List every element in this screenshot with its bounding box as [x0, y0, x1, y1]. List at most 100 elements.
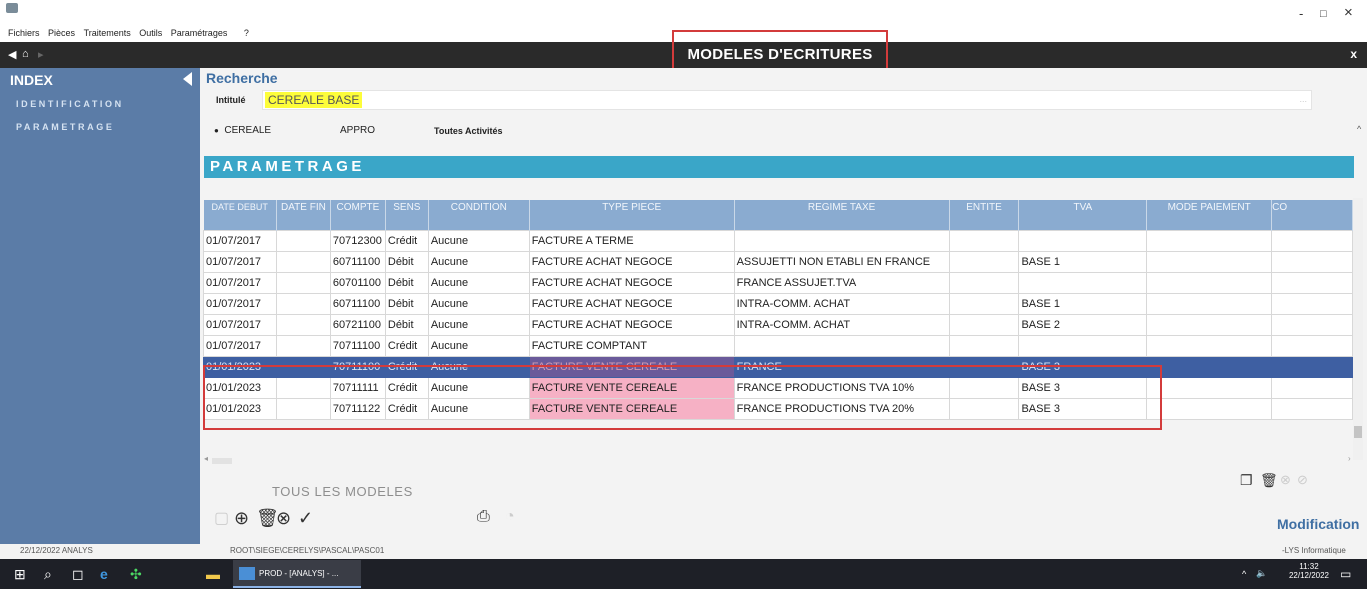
cell-compte[interactable]: 60711100: [329, 250, 386, 273]
horizontal-scroll-thumb[interactable]: [212, 458, 232, 464]
cell-tva[interactable]: BASE 3: [1018, 376, 1148, 399]
cell-mode-paiement[interactable]: [1146, 334, 1273, 357]
edge-browser-icon[interactable]: e: [100, 566, 108, 582]
cell-co[interactable]: [1271, 376, 1353, 399]
sidebar-item-identification[interactable]: IDENTIFICATION: [16, 99, 124, 109]
cell-mode-paiement[interactable]: [1146, 229, 1273, 252]
cell-compte[interactable]: 60711100: [329, 292, 386, 315]
vertical-scroll-thumb[interactable]: [1354, 426, 1362, 438]
cell-regime-taxe[interactable]: INTRA-COMM. ACHAT: [733, 313, 950, 336]
clock[interactable]: 11:32 22/12/2022: [1289, 562, 1329, 580]
cell-co[interactable]: [1271, 229, 1353, 252]
cell-condition[interactable]: Aucune: [427, 376, 530, 399]
horizontal-scrollbar[interactable]: ◂ ›: [204, 454, 1354, 466]
cell-mode-paiement[interactable]: [1146, 355, 1273, 378]
radio-appro[interactable]: APPRO: [340, 125, 375, 136]
table-row[interactable]: 01/01/2023 70711100 Crédit Aucune FACTURE VE…: [203, 355, 1353, 378]
cell-compte[interactable]: 70711100: [329, 355, 386, 378]
cell-entite[interactable]: [948, 334, 1020, 357]
cell-date-fin[interactable]: [275, 292, 331, 315]
cell-date-fin[interactable]: [275, 271, 331, 294]
cell-co[interactable]: [1271, 250, 1353, 273]
menu-outils[interactable]: Outils: [139, 24, 162, 42]
cancel-row-icon[interactable]: ⊗: [1280, 472, 1291, 488]
close-module-button[interactable]: x: [1350, 47, 1357, 61]
cell-co[interactable]: [1271, 271, 1353, 294]
col-header-condition[interactable]: CONDITION: [428, 200, 530, 230]
col-header-entite[interactable]: ENTITE: [949, 200, 1020, 230]
search-icon[interactable]: ⌕: [44, 566, 52, 583]
cell-sens[interactable]: Crédit: [384, 397, 429, 420]
ellipsis-icon[interactable]: ...: [1299, 94, 1307, 104]
table-row[interactable]: 01/07/2017 70711100 Crédit Aucune FACTURE CO…: [203, 334, 1353, 357]
back-arrow-icon[interactable]: ◀: [8, 48, 16, 61]
radio-toutes-activites[interactable]: Toutes Activités: [434, 126, 503, 136]
all-models-label[interactable]: TOUS LES MODELES: [272, 484, 413, 499]
cell-condition[interactable]: Aucune: [427, 250, 530, 273]
cell-mode-paiement[interactable]: [1146, 271, 1273, 294]
cell-regime-taxe[interactable]: FRANCE: [733, 355, 950, 378]
cell-sens[interactable]: Débit: [384, 271, 429, 294]
cell-co[interactable]: [1271, 355, 1353, 378]
cell-date-debut[interactable]: 01/07/2017: [203, 334, 277, 357]
file-explorer-icon[interactable]: ▬: [206, 566, 220, 582]
collapse-sidebar-icon[interactable]: [183, 72, 192, 86]
cell-mode-paiement[interactable]: [1146, 250, 1273, 273]
scroll-up-icon[interactable]: ^: [1357, 124, 1361, 134]
table-row[interactable]: 01/07/2017 60721100 Débit Aucune FACTURE ACH…: [203, 313, 1353, 336]
cell-type-piece[interactable]: FACTURE VENTE CEREALE: [528, 397, 735, 420]
task-view-icon[interactable]: ◻: [72, 566, 84, 583]
cell-date-debut[interactable]: 01/07/2017: [203, 313, 277, 336]
col-header-type-piece[interactable]: TYPE PIECE: [529, 200, 735, 230]
cell-compte[interactable]: 70712300: [329, 229, 386, 252]
sidebar-item-parametrage[interactable]: PARAMETRAGE: [16, 122, 114, 132]
cell-regime-taxe[interactable]: FRANCE ASSUJET.TVA: [733, 271, 950, 294]
cell-tva[interactable]: BASE 3: [1018, 397, 1148, 420]
table-row[interactable]: 01/07/2017 60701100 Débit Aucune FACTURE ACH…: [203, 271, 1353, 294]
menu-parametrages[interactable]: Paramétrages: [171, 24, 228, 42]
cell-tva[interactable]: BASE 1: [1018, 250, 1148, 273]
cell-date-fin[interactable]: [275, 229, 331, 252]
cell-mode-paiement[interactable]: [1146, 313, 1273, 336]
notification-icon[interactable]: ▭: [1340, 567, 1351, 581]
menu-fichiers[interactable]: Fichiers: [8, 24, 40, 42]
cell-regime-taxe[interactable]: INTRA-COMM. ACHAT: [733, 292, 950, 315]
col-header-sens[interactable]: SENS: [385, 200, 429, 230]
add-icon[interactable]: ⊕: [234, 508, 249, 529]
menu-traitements[interactable]: Traitements: [84, 24, 131, 42]
cell-compte[interactable]: 70711111: [329, 376, 386, 399]
cell-type-piece[interactable]: FACTURE ACHAT NEGOCE: [528, 313, 735, 336]
pinned-app-icon[interactable]: ✣: [130, 566, 142, 583]
cell-date-fin[interactable]: [275, 376, 331, 399]
radio-cereale[interactable]: ● CEREALE: [214, 125, 271, 136]
cell-compte[interactable]: 70711100: [329, 334, 386, 357]
cell-entite[interactable]: [948, 376, 1020, 399]
cell-type-piece[interactable]: FACTURE ACHAT NEGOCE: [528, 271, 735, 294]
cell-tva[interactable]: [1018, 271, 1148, 294]
vertical-scrollbar[interactable]: [1353, 198, 1363, 460]
tray-chevron-icon[interactable]: ^: [1242, 569, 1246, 579]
cell-tva[interactable]: [1018, 334, 1148, 357]
cell-entite[interactable]: [948, 397, 1020, 420]
table-row[interactable]: 01/01/2023 70711111 Crédit Aucune FACTURE VE…: [203, 376, 1353, 399]
cell-date-fin[interactable]: [275, 313, 331, 336]
cell-mode-paiement[interactable]: [1146, 292, 1273, 315]
volume-icon[interactable]: 🔈: [1256, 568, 1267, 579]
cell-sens[interactable]: Débit: [384, 292, 429, 315]
cell-condition[interactable]: Aucune: [427, 229, 530, 252]
cell-date-debut[interactable]: 01/01/2023: [203, 397, 277, 420]
intitule-input[interactable]: CEREALE BASE ...: [262, 90, 1312, 110]
cell-entite[interactable]: [948, 292, 1020, 315]
cell-date-debut[interactable]: 01/01/2023: [203, 355, 277, 378]
col-header-compte[interactable]: COMPTE: [330, 200, 386, 230]
cell-date-debut[interactable]: 01/07/2017: [203, 250, 277, 273]
copy-icon[interactable]: ❐: [1240, 472, 1253, 489]
home-icon[interactable]: ⌂: [22, 48, 29, 60]
cell-condition[interactable]: Aucune: [427, 334, 530, 357]
table-row[interactable]: 01/01/2023 70711122 Crédit Aucune FACTURE VE…: [203, 397, 1353, 420]
cell-co[interactable]: [1271, 334, 1353, 357]
cell-condition[interactable]: Aucune: [427, 355, 530, 378]
cell-entite[interactable]: [948, 229, 1020, 252]
cell-tva[interactable]: BASE 2: [1018, 313, 1148, 336]
cell-type-piece[interactable]: FACTURE ACHAT NEGOCE: [528, 250, 735, 273]
